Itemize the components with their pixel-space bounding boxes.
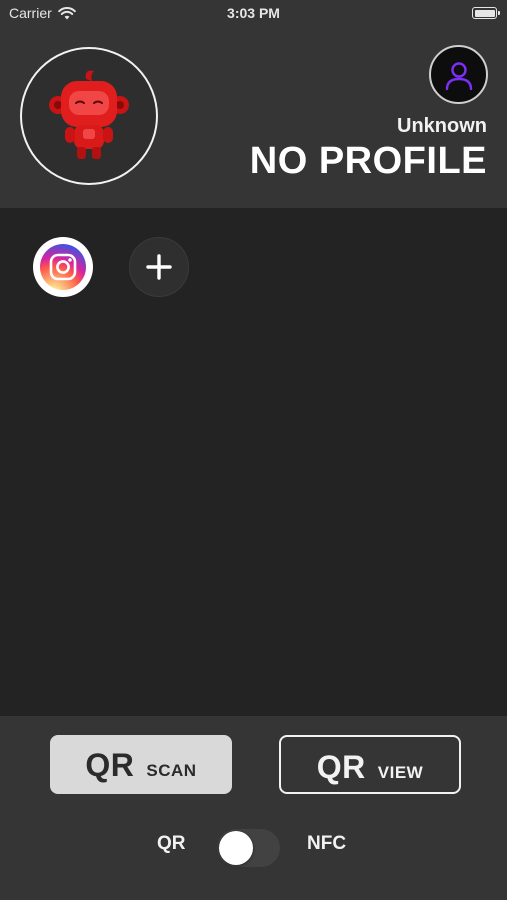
status-time: 3:03 PM <box>227 5 280 21</box>
toggle-label-qr: QR <box>157 833 186 854</box>
toggle-label-nfc: NFC <box>307 833 347 854</box>
qr-scan-button[interactable]: QR SCAN <box>50 735 232 794</box>
profile-avatar[interactable] <box>20 47 158 185</box>
plus-icon <box>146 254 172 280</box>
qr-view-button[interactable]: QR VIEW <box>279 735 461 794</box>
profile-header: Unknown NO PROFILE <box>0 28 507 208</box>
instagram-link-button[interactable] <box>33 237 93 297</box>
add-link-button[interactable] <box>129 237 189 297</box>
robot-mascot-icon <box>49 70 129 159</box>
account-button[interactable] <box>429 45 488 104</box>
person-icon <box>445 61 472 90</box>
toggle-knob <box>219 831 253 865</box>
mode-toggle-row: QR NFC <box>0 823 507 867</box>
links-area <box>0 208 507 716</box>
qr-nfc-toggle[interactable] <box>217 829 280 867</box>
battery-level <box>474 9 495 17</box>
battery-icon <box>472 7 500 19</box>
qr-scan-main-label: QR <box>85 747 135 783</box>
qr-view-main-label: QR <box>316 749 366 785</box>
profile-subtitle: Unknown <box>397 115 487 137</box>
instagram-icon <box>40 244 86 290</box>
status-bar: Carrier 3:03 PM <box>0 0 507 28</box>
qr-view-sub-label: VIEW <box>377 763 424 782</box>
qr-scan-sub-label: SCAN <box>146 761 197 780</box>
bottom-controls: QR SCAN QR VIEW QR NFC <box>0 716 507 900</box>
profile-title: NO PROFILE <box>249 140 487 182</box>
